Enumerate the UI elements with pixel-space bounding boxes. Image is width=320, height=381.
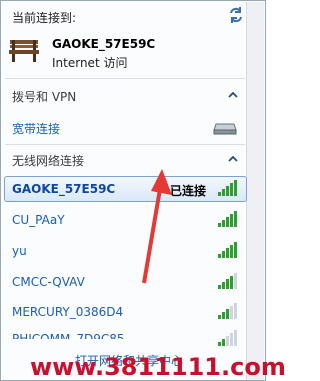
network-flyout: 当前连接到: GAOKE_57E59C Internet 访问 拨号和 VPN … — [0, 0, 266, 381]
signal-strength-icon — [218, 273, 237, 289]
network-item-yu[interactable]: yu — [12, 244, 27, 258]
current-connection-title: 当前连接到: — [12, 11, 77, 25]
red-arrow-annotation — [142, 169, 172, 284]
watermark: www.3811111.com — [30, 353, 286, 381]
divider — [5, 78, 245, 79]
current-network-status: Internet 访问 — [52, 56, 128, 70]
signal-strength-icon — [218, 211, 237, 227]
signal-strength-icon — [218, 330, 237, 346]
scrollbar[interactable] — [246, 2, 264, 380]
bench-icon — [9, 40, 39, 62]
divider — [5, 144, 245, 145]
dialup-section-label[interactable]: 拨号和 VPN — [12, 88, 76, 105]
signal-strength-icon — [218, 303, 237, 319]
modem-icon — [213, 123, 237, 135]
refresh-icon[interactable] — [227, 6, 245, 24]
network-item-gaoke[interactable]: GAOKE_57E59C — [12, 182, 115, 196]
network-item-cu-paay[interactable]: CU_PAaY — [12, 213, 65, 227]
wireless-section-label[interactable]: 无线网络连接 — [12, 152, 84, 169]
signal-strength-icon — [218, 180, 237, 196]
network-item-mercury[interactable]: MERCURY_0386D4 — [12, 305, 123, 319]
current-network-name: GAOKE_57E59C — [52, 37, 156, 51]
chevron-up-icon[interactable] — [228, 92, 238, 98]
network-item-cmcc-qvav[interactable]: CMCC-QVAV — [12, 275, 85, 289]
network-item-phicomm[interactable]: PHICOMM_7D9C85 — [12, 332, 125, 339]
dialup-item-broadband[interactable]: 宽带连接 — [12, 120, 60, 137]
chevron-up-icon[interactable] — [228, 156, 238, 162]
signal-strength-icon — [218, 242, 237, 258]
